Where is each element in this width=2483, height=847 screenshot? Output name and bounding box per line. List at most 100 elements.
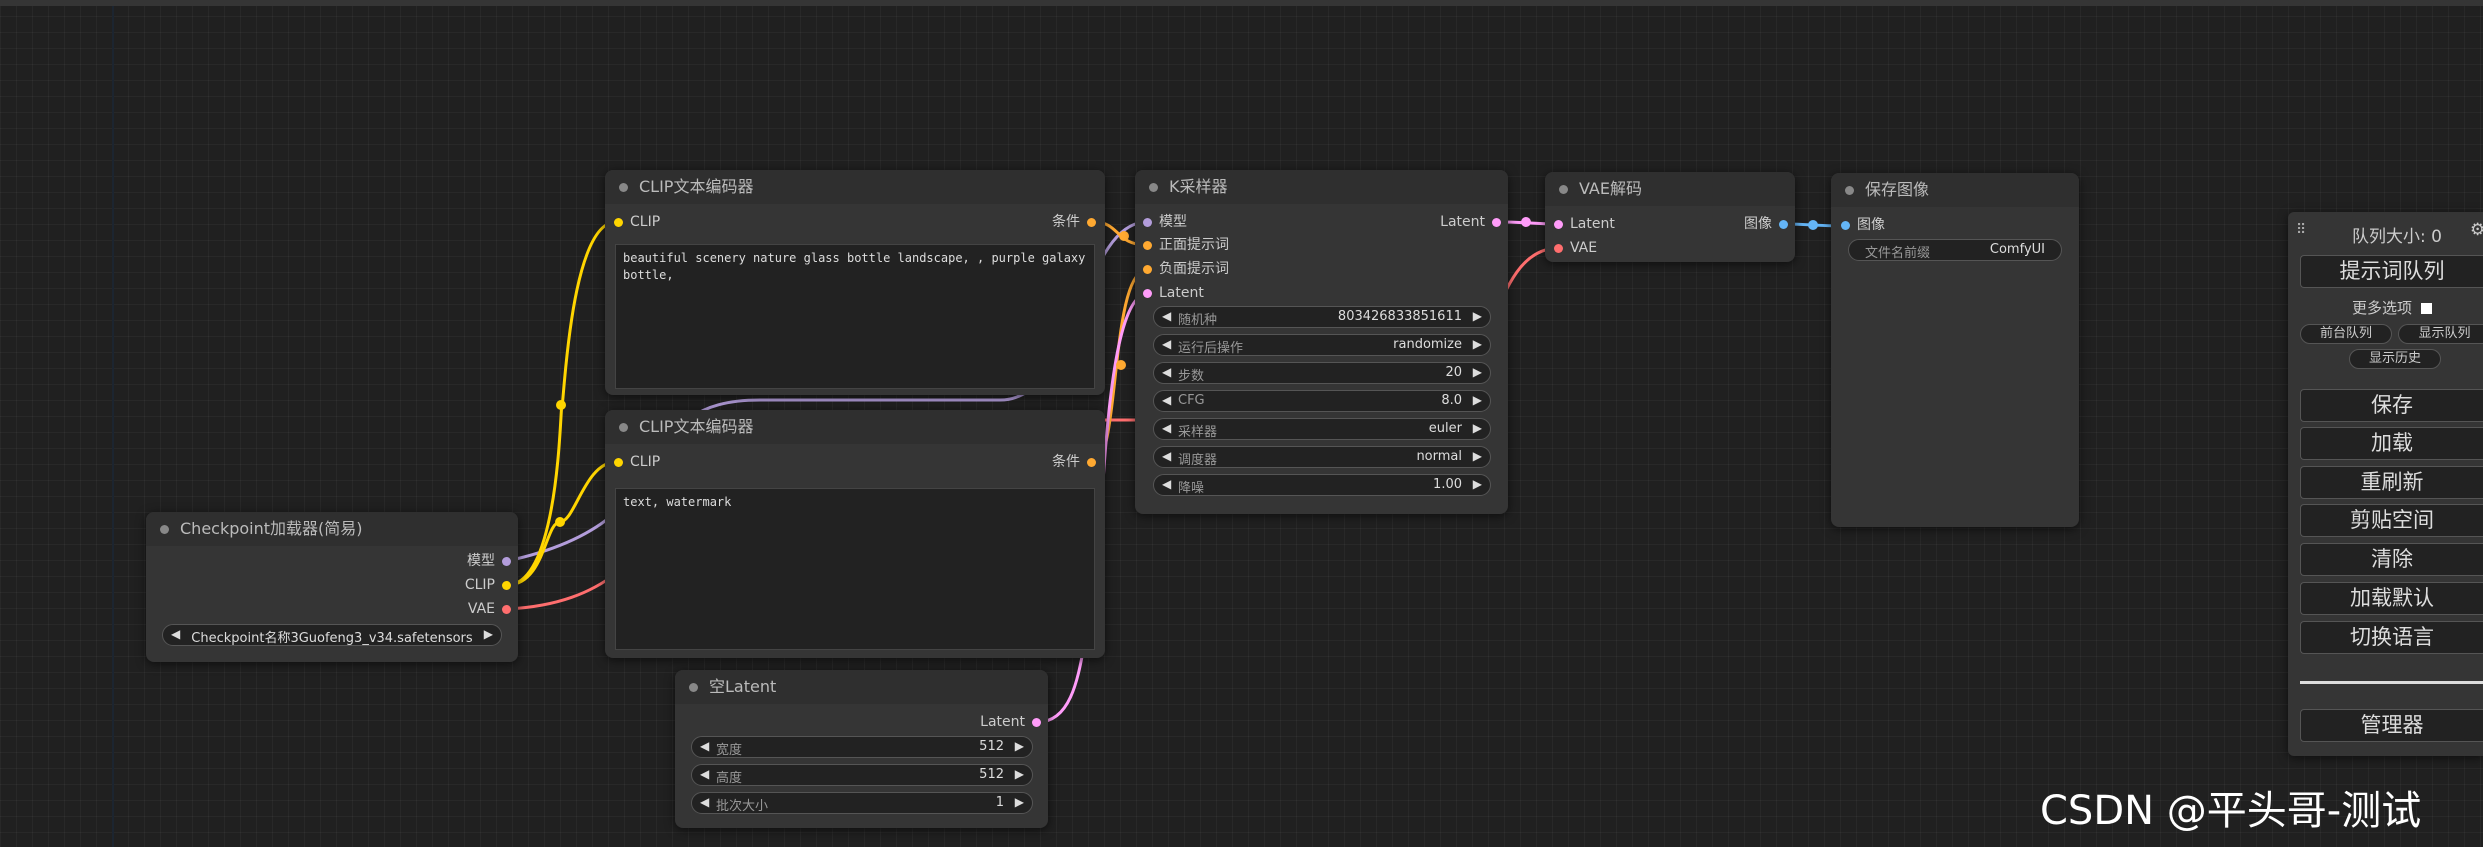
decrement-arrow-icon[interactable]: ◀ [1162, 337, 1171, 351]
increment-arrow-icon[interactable]: ▶ [1473, 337, 1482, 351]
node-title-bar[interactable]: 保存图像 [1831, 173, 2079, 207]
input-slot-latent[interactable]: Latent [1143, 284, 1204, 302]
switch-language-button[interactable]: 切换语言 [2300, 621, 2483, 654]
decrement-arrow-icon[interactable]: ◀ [1162, 449, 1171, 463]
decrement-arrow-icon[interactable]: ◀ [700, 739, 709, 753]
width-widget[interactable]: ◀ 宽度 512 ▶ [691, 736, 1033, 758]
clip-text-encode-negative-node[interactable]: CLIP文本编码器 CLIP 条件 text, watermark [605, 410, 1105, 658]
control-after-generate-widget[interactable]: ◀ 运行后操作 randomize ▶ [1153, 334, 1491, 356]
decrement-arrow-icon[interactable]: ◀ [1162, 421, 1171, 435]
output-slot-latent[interactable]: Latent [1440, 213, 1501, 231]
empty-latent-node[interactable]: 空Latent Latent ◀ 宽度 512 ▶ ◀ 高度 512 ▶ ◀ 批… [675, 670, 1048, 828]
input-slot-clip[interactable]: CLIP [614, 453, 660, 471]
increment-arrow-icon[interactable]: ▶ [1015, 739, 1024, 753]
load-button[interactable]: 加载 [2300, 427, 2483, 460]
batch-size-widget[interactable]: ◀ 批次大小 1 ▶ [691, 792, 1033, 814]
node-title-bar[interactable]: K采样器 [1135, 170, 1508, 204]
prompt-textarea[interactable]: beautiful scenery nature glass bottle la… [615, 244, 1095, 389]
increment-arrow-icon[interactable]: ▶ [1015, 767, 1024, 781]
increment-arrow-icon[interactable]: ▶ [1473, 421, 1482, 435]
view-history-button[interactable]: 显示历史 [2349, 349, 2441, 369]
decrement-arrow-icon[interactable]: ◀ [1162, 365, 1171, 379]
node-title-bar[interactable]: 空Latent [675, 670, 1048, 704]
node-title-bar[interactable]: CLIP文本编码器 [605, 410, 1105, 444]
output-slot-vae[interactable]: VAE [468, 600, 511, 618]
drag-handle-icon[interactable]: ⠿ [2296, 222, 2306, 238]
collapse-dot[interactable] [689, 683, 698, 692]
node-title: CLIP文本编码器 [639, 177, 754, 196]
clear-button[interactable]: 清除 [2300, 543, 2483, 576]
clip-text-encode-positive-node[interactable]: CLIP文本编码器 CLIP 条件 beautiful scenery natu… [605, 170, 1105, 395]
collapse-dot[interactable] [1149, 183, 1158, 192]
filename-prefix-widget[interactable]: 文件名前缀 ComfyUI [1848, 239, 2062, 261]
clipspace-button[interactable]: 剪贴空间 [2300, 504, 2483, 537]
slot-dot [1492, 218, 1501, 227]
save-button[interactable]: 保存 [2300, 389, 2483, 422]
queue-prompt-button[interactable]: 提示词队列 [2300, 255, 2483, 288]
collapse-dot[interactable] [160, 525, 169, 534]
output-slot-model[interactable]: 模型 [467, 552, 511, 570]
scheduler-widget[interactable]: ◀ 调度器 normal ▶ [1153, 446, 1491, 468]
widget-value: 512 [979, 767, 1004, 782]
reroute-dot [555, 517, 565, 527]
extra-options-checkbox[interactable] [2420, 303, 2432, 314]
decrement-arrow-icon[interactable]: ◀ [171, 627, 180, 641]
decrement-arrow-icon[interactable]: ◀ [700, 795, 709, 809]
increment-arrow-icon[interactable]: ▶ [1473, 365, 1482, 379]
node-title-bar[interactable]: VAE解码 [1545, 172, 1795, 206]
increment-arrow-icon[interactable]: ▶ [1015, 795, 1024, 809]
sampler-widget[interactable]: ◀ 采样器 euler ▶ [1153, 418, 1491, 440]
collapse-dot[interactable] [619, 183, 628, 192]
view-queue-button-2[interactable]: 显示队列 [2398, 324, 2483, 344]
input-slot-model[interactable]: 模型 [1143, 213, 1187, 231]
increment-arrow-icon[interactable]: ▶ [1473, 477, 1482, 491]
increment-arrow-icon[interactable]: ▶ [1473, 449, 1482, 463]
vae-decode-node[interactable]: VAE解码 Latent VAE 图像 [1545, 172, 1795, 262]
widget-label: 步数 [1178, 369, 1205, 384]
seed-widget[interactable]: ◀ 随机种 803426833851611 ▶ [1153, 306, 1491, 328]
input-slot-vae[interactable]: VAE [1554, 239, 1597, 257]
collapse-dot[interactable] [1559, 185, 1568, 194]
output-slot-latent[interactable]: Latent [980, 713, 1041, 731]
decrement-arrow-icon[interactable]: ◀ [1162, 477, 1171, 491]
output-slot-clip[interactable]: CLIP [465, 576, 511, 594]
collapse-dot[interactable] [1845, 186, 1854, 195]
refresh-button[interactable]: 重刷新 [2300, 466, 2483, 499]
ckpt-name-combo[interactable]: ◀ Checkpoint名称3Guofeng3_v34.safetensors … [162, 624, 502, 646]
load-default-button[interactable]: 加载默认 [2300, 582, 2483, 615]
denoise-widget[interactable]: ◀ 降噪 1.00 ▶ [1153, 474, 1491, 496]
save-image-node[interactable]: 保存图像 图像 文件名前缀 ComfyUI [1831, 173, 2079, 527]
widget-value: 803426833851611 [1337, 309, 1462, 324]
increment-arrow-icon[interactable]: ▶ [484, 627, 493, 641]
output-slot-conditioning[interactable]: 条件 [1052, 453, 1096, 471]
queue-menu-panel[interactable]: ⠿ 队列大小: 0 ⚙ 提示词队列 更多选项 前台队列 显示队列 显示历史 保存… [2288, 212, 2483, 756]
view-queue-button[interactable]: 前台队列 [2300, 324, 2392, 344]
slot-dot [1554, 220, 1563, 229]
increment-arrow-icon[interactable]: ▶ [1473, 393, 1482, 407]
output-slot-image[interactable]: 图像 [1744, 215, 1788, 233]
cfg-widget[interactable]: ◀ CFG 8.0 ▶ [1153, 390, 1491, 412]
settings-gear-icon[interactable]: ⚙ [2470, 220, 2483, 240]
prompt-textarea[interactable]: text, watermark [615, 488, 1095, 650]
node-title-bar[interactable]: Checkpoint加载器(简易) [146, 512, 518, 546]
input-slot-clip[interactable]: CLIP [614, 213, 660, 231]
slot-dot [502, 581, 511, 590]
height-widget[interactable]: ◀ 高度 512 ▶ [691, 764, 1033, 786]
increment-arrow-icon[interactable]: ▶ [1473, 309, 1482, 323]
input-slot-positive[interactable]: 正面提示词 [1143, 236, 1229, 254]
decrement-arrow-icon[interactable]: ◀ [1162, 393, 1171, 407]
decrement-arrow-icon[interactable]: ◀ [1162, 309, 1171, 323]
decrement-arrow-icon[interactable]: ◀ [700, 767, 709, 781]
manager-button[interactable]: 管理器 [2300, 709, 2483, 742]
checkpoint-loader-node[interactable]: Checkpoint加载器(简易) 模型 CLIP VAE ◀ Checkpoi… [146, 512, 518, 662]
ksampler-node[interactable]: K采样器 模型 正面提示词 负面提示词 Latent Latent ◀ 随机种 … [1135, 170, 1508, 514]
collapse-dot[interactable] [619, 423, 628, 432]
node-title-bar[interactable]: CLIP文本编码器 [605, 170, 1105, 204]
slot-label: 模型 [1159, 214, 1187, 230]
input-slot-latent[interactable]: Latent [1554, 215, 1615, 233]
panel-divider [2300, 681, 2483, 684]
steps-widget[interactable]: ◀ 步数 20 ▶ [1153, 362, 1491, 384]
output-slot-conditioning[interactable]: 条件 [1052, 213, 1096, 231]
input-slot-negative[interactable]: 负面提示词 [1143, 260, 1229, 278]
input-slot-image[interactable]: 图像 [1841, 216, 1885, 234]
